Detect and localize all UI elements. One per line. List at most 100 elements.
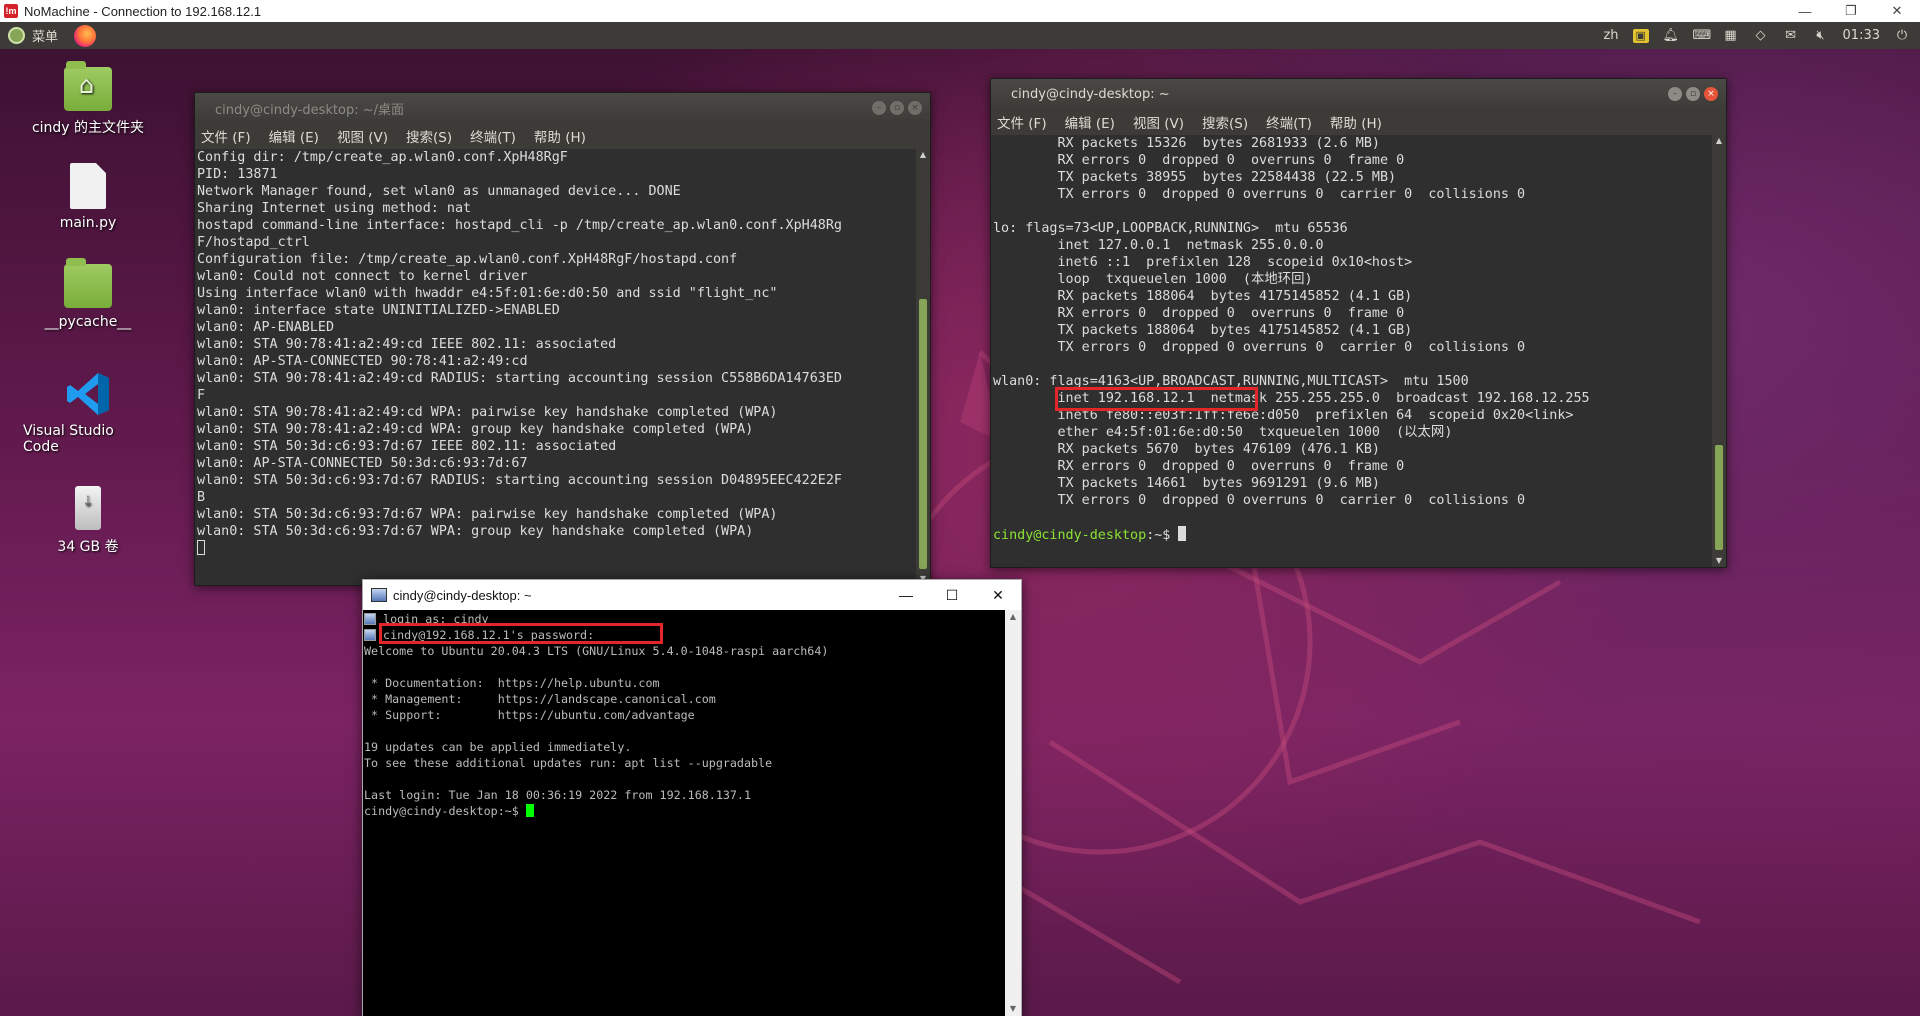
minimize-button[interactable]: — <box>883 580 929 610</box>
notification-bell-icon[interactable]: 🔔︎ <box>1663 28 1680 43</box>
terminal-line: TX packets 38955 bytes 22584438 (22.5 MB… <box>993 170 1397 185</box>
terminal-window-ifconfig[interactable]: cindy@cindy-desktop: ~ – ▫ × 文件 (F) 编辑 (… <box>990 78 1727 568</box>
terminal-line-text: Welcome to Ubuntu 20.04.3 LTS (GNU/Linux… <box>364 644 829 658</box>
desktop-icon-vscode[interactable]: Visual Studio Code <box>23 371 153 455</box>
shell-prompt: cindy@cindy-desktop:~$ <box>364 803 1005 819</box>
close-button[interactable]: × <box>1704 87 1718 101</box>
putty-window[interactable]: cindy@cindy-desktop: ~ — ☐ ✕ login as: c… <box>362 579 1022 1016</box>
terminal-line: inet 127.0.0.1 netmask 255.0.0.0 <box>993 238 1324 253</box>
minimize-button[interactable]: – <box>1668 87 1682 101</box>
shutdown-icon[interactable]: ⏻ <box>1894 28 1910 43</box>
desktop-icon-pycache[interactable]: __pycache__ <box>23 258 153 330</box>
input-method-indicator[interactable]: zh <box>1603 28 1618 43</box>
nomachine-close-button[interactable]: ✕ <box>1874 0 1920 22</box>
terminal-output[interactable]: Config dir: /tmp/create_ap.wlan0.conf.Xp… <box>195 149 916 585</box>
clock[interactable]: 01:33 <box>1843 28 1880 43</box>
scroll-down-icon[interactable]: ▼ <box>1005 1002 1021 1016</box>
terminal-window-create-ap[interactable]: cindy@cindy-desktop: ~/桌面 – ▫ × 文件 (F) 编… <box>194 92 931 586</box>
window-titlebar[interactable]: cindy@cindy-desktop: ~/桌面 – ▫ × <box>195 93 930 123</box>
terminal-line: To see these additional updates run: apt… <box>364 755 1005 771</box>
window-titlebar[interactable]: cindy@cindy-desktop: ~ – ▫ × <box>991 79 1726 109</box>
maximize-button[interactable]: ▫ <box>1686 87 1700 101</box>
menu-terminal[interactable]: 终端(T) <box>1266 112 1312 132</box>
terminal-scrollbar[interactable]: ▲ ▼ <box>916 149 930 585</box>
terminal-line: lo: flags=73<UP,LOOPBACK,RUNNING> mtu 65… <box>993 221 1348 236</box>
maximize-button[interactable]: ▫ <box>890 101 904 115</box>
terminal-line: F <box>197 388 206 403</box>
menu-file[interactable]: 文件 (F) <box>997 112 1047 132</box>
menu-help[interactable]: 帮助 (H) <box>1330 112 1382 132</box>
scrollbar-thumb[interactable] <box>919 299 927 569</box>
terminal-line: 19 updates can be applied immediately. <box>364 739 1005 755</box>
menu-search[interactable]: 搜索(S) <box>406 126 452 146</box>
scroll-up-icon[interactable]: ▲ <box>916 149 930 161</box>
terminal-line: * Support: https://ubuntu.com/advantage <box>364 707 1005 723</box>
terminal-line: loop txqueuelen 1000 (本地环回) <box>993 272 1313 287</box>
desktop-icon-usb-volume[interactable]: 34 GB 卷 <box>23 486 153 556</box>
screenshot-icon[interactable]: ▣ <box>1632 28 1649 43</box>
scroll-up-icon[interactable]: ▲ <box>1005 610 1021 624</box>
window-titlebar[interactable]: cindy@cindy-desktop: ~ — ☐ ✕ <box>363 580 1021 610</box>
terminal-scrollbar[interactable]: ▲ ▼ <box>1712 135 1726 567</box>
terminal-line-text <box>364 724 371 738</box>
firefox-launcher-icon[interactable] <box>74 24 97 47</box>
terminal-line: RX errors 0 dropped 0 overruns 0 frame 0 <box>993 153 1405 168</box>
maximize-button[interactable]: ☐ <box>929 580 975 610</box>
putty-scrollbar[interactable]: ▲ ▼ <box>1005 610 1021 1016</box>
scroll-down-icon[interactable]: ▼ <box>1712 555 1726 567</box>
nomachine-logo-icon: !m <box>4 4 18 18</box>
terminal-line: TX errors 0 dropped 0 overruns 0 carrier… <box>993 187 1526 202</box>
terminal-line: RX packets 188064 bytes 4175145852 (4.1 … <box>993 289 1413 304</box>
nomachine-title: NoMachine - Connection to 192.168.12.1 <box>24 3 262 19</box>
menu-edit[interactable]: 编辑 (E) <box>269 126 319 146</box>
mail-icon[interactable]: ✉ <box>1783 28 1799 43</box>
calendar-icon[interactable]: ▦ <box>1723 28 1739 43</box>
terminal-line: * Management: https://landscape.canonica… <box>364 691 1005 707</box>
minimize-button[interactable]: – <box>872 101 886 115</box>
scroll-up-icon[interactable]: ▲ <box>1712 135 1726 147</box>
putty-icon <box>364 613 376 625</box>
terminal-line-text: To see these additional updates run: apt… <box>364 756 773 770</box>
nomachine-restore-button[interactable]: ❐ <box>1828 0 1874 22</box>
terminal-line: RX packets 5670 bytes 476109 (476.1 KB) <box>993 442 1380 457</box>
desktop-icon-main-py[interactable]: main.py <box>23 163 153 231</box>
applications-menu-button[interactable]: 菜单 <box>8 26 58 45</box>
terminal-line <box>364 771 1005 787</box>
menu-terminal[interactable]: 终端(T) <box>470 126 516 146</box>
top-panel: 菜单 zh ▣ 🔔︎ ⌨ ▦ ◇ ✉ 🔇︎ 01:33 ⏻ <box>0 22 1920 49</box>
nomachine-minimize-button[interactable]: — <box>1782 0 1828 22</box>
desktop-icon-home[interactable]: cindy 的主文件夹 <box>23 61 153 137</box>
text-cursor <box>1178 526 1187 541</box>
terminal-line: * Documentation: https://help.ubuntu.com <box>364 675 1005 691</box>
putty-terminal-output[interactable]: login as: cindy cindy@192.168.12.1's pas… <box>363 610 1005 1016</box>
terminal-line: wlan0: STA 90:78:41:a2:49:cd WPA: group … <box>197 422 754 437</box>
menu-view[interactable]: 视图 (V) <box>1133 112 1184 132</box>
close-button[interactable]: ✕ <box>975 580 1021 610</box>
terminal-line: wlan0: STA 50:3d:c6:93:7d:67 RADIUS: sta… <box>197 473 842 488</box>
window-title: cindy@cindy-desktop: ~/桌面 <box>215 102 404 118</box>
menu-file[interactable]: 文件 (F) <box>201 126 251 146</box>
python-file-icon <box>70 163 106 209</box>
scrollbar-thumb[interactable] <box>1715 445 1723 550</box>
putty-icon <box>371 588 387 602</box>
menu-label: 菜单 <box>32 30 59 45</box>
keyboard-icon[interactable]: ⌨ <box>1693 28 1712 43</box>
shell-prompt: cindy@cindy-desktop:~$ <box>993 526 1712 544</box>
wifi-icon[interactable]: ◇ <box>1753 28 1769 43</box>
text-cursor <box>197 540 205 555</box>
menu-edit[interactable]: 编辑 (E) <box>1065 112 1115 132</box>
menu-help[interactable]: 帮助 (H) <box>534 126 586 146</box>
home-folder-icon <box>64 61 112 111</box>
terminal-line-text: 19 updates can be applied immediately. <box>364 740 632 754</box>
terminal-line: inet6 ::1 prefixlen 128 scopeid 0x10<hos… <box>993 255 1413 270</box>
menu-search[interactable]: 搜索(S) <box>1202 112 1248 132</box>
terminal-line: TX packets 14661 bytes 9691291 (9.6 MB) <box>993 476 1380 491</box>
close-button[interactable]: × <box>908 101 922 115</box>
terminal-output[interactable]: RX packets 15326 bytes 2681933 (2.6 MB) … <box>991 135 1712 567</box>
terminal-line: PID: 13871 <box>197 167 278 182</box>
terminal-line <box>364 659 1005 675</box>
volume-muted-icon[interactable]: 🔇︎ <box>1813 28 1829 43</box>
menu-view[interactable]: 视图 (V) <box>337 126 388 146</box>
terminal-line: Configuration file: /tmp/create_ap.wlan0… <box>197 252 738 267</box>
